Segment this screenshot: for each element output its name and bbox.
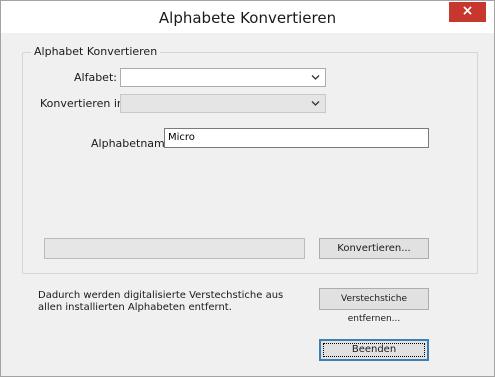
alphabet-label: Alfabet: [74,71,117,84]
close-button[interactable]: × [449,2,486,22]
convert-to-label: Konvertieren in: [40,97,128,110]
info-text: Dadurch werden digitalisierte Verstechst… [38,290,284,313]
dialog-title: Alphabete Konvertieren [158,9,337,27]
alphabet-select[interactable] [120,68,326,87]
remove-stitches-button-label: Verstechstiche entfernen... [340,294,407,324]
focus-rectangle [323,343,425,357]
close-icon: × [461,3,474,19]
convert-to-select[interactable] [120,94,326,113]
remove-stitches-button[interactable]: Verstechstiche entfernen... [319,288,429,324]
dialog-body: Alphabet Konvertieren Alfabet: Konvertie… [2,33,493,376]
title-bar: Alphabete Konvertieren × [1,1,494,33]
group-label: Alphabet Konvertieren [31,45,161,58]
alphabet-name-label: Alphabetname: [91,137,176,150]
convert-button-label: Konvertieren... [337,243,411,254]
alphabet-name-value: Micro [168,132,195,143]
alphabet-name-input[interactable]: Micro [164,128,429,148]
chevron-down-icon [311,101,320,106]
convert-button[interactable]: Konvertieren... [319,238,429,259]
chevron-down-icon [311,75,320,80]
convert-alphabet-dialog: Alphabete Konvertieren × Alphabet Konver… [0,0,495,377]
conversion-progress-bar [44,238,305,259]
close-dialog-button[interactable]: Beenden [319,339,429,361]
